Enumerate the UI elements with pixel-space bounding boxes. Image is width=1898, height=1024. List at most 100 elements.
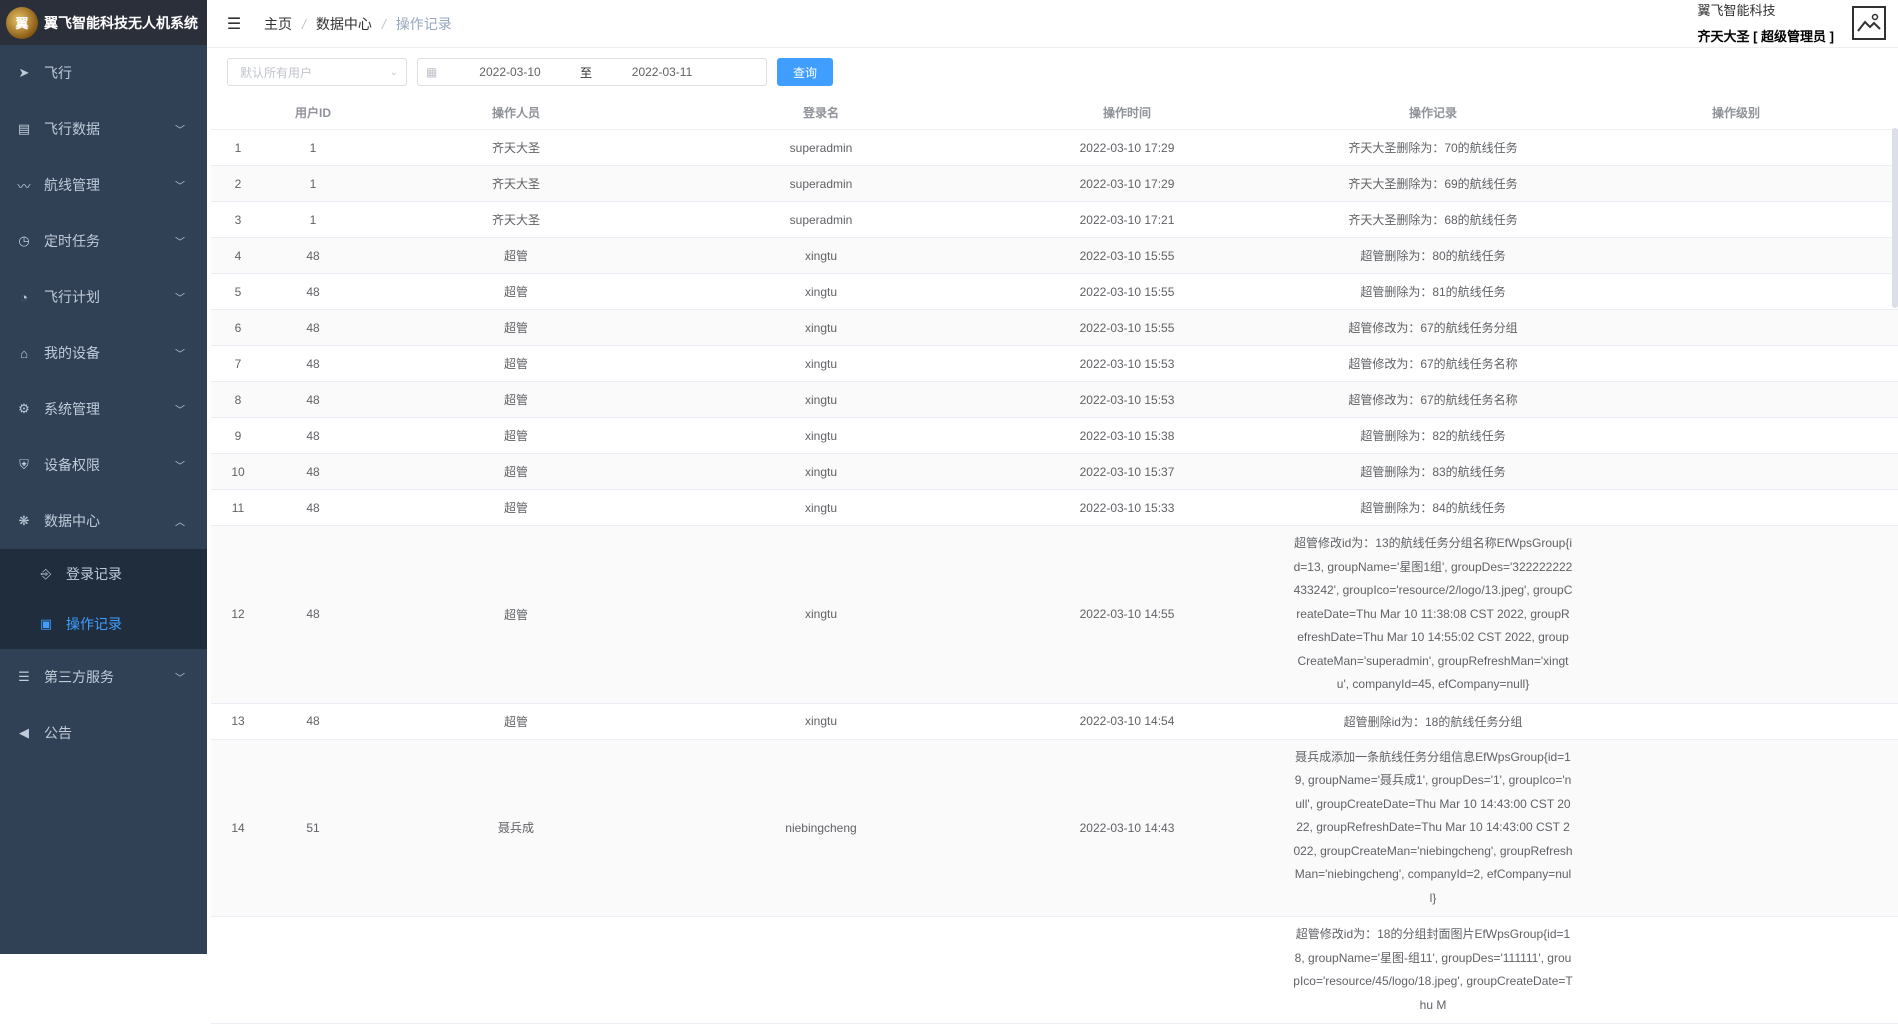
chevron-down-icon: ﹀ bbox=[175, 405, 185, 417]
user-id-cell: 1 bbox=[309, 176, 317, 191]
sidebar-item-label: 系统管理 bbox=[44, 401, 100, 417]
end-date-input[interactable]: 2022-03-11 bbox=[592, 65, 732, 79]
operation-time-cell: 2022-03-10 15:37 bbox=[1079, 464, 1175, 479]
sidebar-item-dashboard[interactable]: ◔ 飞行计划 ﹀ bbox=[0, 269, 207, 325]
breadcrumb-data-center[interactable]: 数据中心 bbox=[316, 14, 372, 34]
operation-time-cell: 2022-03-10 14:43 bbox=[1079, 820, 1175, 835]
table-row[interactable]: 10 48 超管 xingtu 2022-03-10 15:37 超管删除为：83的航线任… bbox=[211, 454, 1898, 490]
table-row[interactable]: 9 48 超管 xingtu 2022-03-10 15:38 超管删除为：82的航线任务 bbox=[211, 418, 1898, 454]
table-row[interactable]: 2 1 齐天大圣 superadmin 2022-03-10 17:29 齐天大圣删除为：… bbox=[211, 166, 1898, 202]
operator-cell: 超管 bbox=[503, 501, 528, 515]
operation-record-cell: 超管修改为：67的航线任务名称 bbox=[1348, 393, 1518, 407]
table-scrollbar[interactable] bbox=[1892, 128, 1898, 308]
login-name-cell: niebingcheng bbox=[785, 820, 857, 835]
sidebar-item-table[interactable]: ▤ 飞行数据 ﹀ bbox=[0, 101, 207, 157]
login-name-cell: xingtu bbox=[804, 248, 838, 263]
table-row[interactable]: 超管修改id为：18的分组封面图片EfWpsGroup{id=18, group… bbox=[211, 917, 1898, 1024]
col-header-operator: 操作人员 bbox=[491, 106, 540, 120]
user-name: 齐天大圣 [ 超级管理员 ] bbox=[1697, 29, 1835, 44]
operator-cell: 超管 bbox=[503, 714, 528, 729]
user-id-cell: 48 bbox=[306, 714, 320, 728]
operator-cell: 超管 bbox=[503, 393, 528, 407]
operation-record-cell: 超管修改为：67的航线任务分组 bbox=[1348, 321, 1518, 335]
table-row[interactable]: 14 51 聂兵成 niebingcheng 2022-03-10 14:43 聂兵成添加… bbox=[211, 739, 1898, 917]
table-row[interactable]: 12 48 超管 xingtu 2022-03-10 14:55 超管修改id为：13的航… bbox=[211, 526, 1898, 704]
sidebar-item-label: 数据中心 bbox=[44, 513, 100, 529]
sidebar-item-chart-line[interactable]: 〰航线管理 ﹀ bbox=[0, 157, 207, 213]
operation-record-cell: 超管修改id为：18的分组封面图片EfWpsGroup{id=18, group… bbox=[1293, 927, 1573, 1012]
col-header-user-id: 用户ID bbox=[294, 106, 331, 120]
sidebar-item-setting[interactable]: ❋ 数据中心 ︿ bbox=[0, 493, 207, 549]
table-row[interactable]: 8 48 超管 xingtu 2022-03-10 15:53 超管修改为：67的航线任务… bbox=[211, 382, 1898, 418]
breadcrumb-current: 操作记录 bbox=[395, 15, 452, 32]
table-body: 1 1 齐天大圣 superadmin 2022-03-10 17:29 齐天大圣删除为：… bbox=[211, 130, 1898, 1024]
sidebar-item-device[interactable]: ⌂ 我的设备 ﹀ bbox=[0, 325, 207, 381]
user-select[interactable]: 默认所有用户 ⌄ bbox=[227, 58, 407, 86]
breadcrumb-separator: / bbox=[381, 15, 386, 32]
login-name-cell: xingtu bbox=[804, 320, 838, 335]
user-id-cell: 48 bbox=[306, 464, 320, 479]
operation-record-cell: 超管修改为：67的航线任务名称 bbox=[1348, 357, 1518, 371]
row-index: 7 bbox=[234, 356, 242, 371]
sidebar-item-gear[interactable]: ⚙ 系统管理 ﹀ bbox=[0, 381, 207, 437]
avatar-image-icon[interactable] bbox=[1852, 6, 1886, 40]
sidebar-item-label: 第三方服务 bbox=[44, 669, 114, 685]
row-index: 13 bbox=[231, 714, 245, 728]
operator-cell: 齐天大圣 bbox=[491, 141, 540, 155]
table-row[interactable]: 11 48 超管 xingtu 2022-03-10 15:33 超管删除为：84的航线任… bbox=[211, 490, 1898, 526]
filter-bar: 默认所有用户 ⌄ ▦ 2022-03-10 至 2022-03-11 查询 bbox=[227, 58, 833, 86]
breadcrumb: 主页 / 数据中心 / 操作记录 bbox=[264, 14, 452, 34]
table-row[interactable]: 3 1 齐天大圣 superadmin 2022-03-10 17:21 齐天大圣删除为：… bbox=[211, 202, 1898, 238]
row-index: 11 bbox=[231, 500, 245, 515]
query-button[interactable]: 查询 bbox=[777, 58, 833, 86]
sidebar-item-shield[interactable]: ⛨ 设备权限 ﹀ bbox=[0, 437, 207, 493]
sidebar-item-clock[interactable]: ◷ 定时任务 ﹀ bbox=[0, 213, 207, 269]
table-row[interactable]: 13 48 超管 xingtu 2022-03-10 14:54 超管删除id为：18的航… bbox=[211, 704, 1898, 740]
sidebar-menu: ➤ 飞行 ▤ 飞行数据 ﹀ 〰航线管理 ﹀ ◷ 定时任务 ﹀ ◔ 飞行计划 ﹀ ⌂ 我的设备 ﹀ ⚙ 系统管理 ﹀ ⛨… bbox=[0, 45, 207, 549]
table-row[interactable]: 4 48 超管 xingtu 2022-03-10 15:55 超管删除为：80的航线任务 bbox=[211, 238, 1898, 274]
operation-time-cell: 2022-03-10 15:33 bbox=[1079, 500, 1175, 515]
chevron-down-icon: ﹀ bbox=[175, 237, 185, 249]
shield-icon: ⛨ bbox=[19, 457, 29, 472]
sidebar-item-login[interactable]: ⎆ 登录记录 bbox=[0, 549, 207, 599]
sidebar-item-send[interactable]: ➤ 飞行 bbox=[0, 45, 207, 101]
operation-record-cell: 超管修改id为：13的航线任务分组名称EfWpsGroup{id=13, gro… bbox=[1293, 536, 1573, 691]
user-info[interactable]: 翼飞智能科技 齐天大圣 [ 超级管理员 ] bbox=[1698, 2, 1835, 46]
breadcrumb-home[interactable]: 主页 bbox=[264, 14, 292, 34]
row-index: 2 bbox=[234, 176, 242, 191]
sidebar-item-document[interactable]: ▣ 操作记录 bbox=[0, 599, 207, 649]
user-id-cell: 51 bbox=[306, 820, 320, 835]
operator-cell: 聂兵成 bbox=[497, 821, 534, 836]
sidebar-item-label: 飞行计划 bbox=[44, 289, 100, 305]
chevron-up-icon: ︿ bbox=[175, 517, 185, 529]
operation-time-cell: 2022-03-10 14:54 bbox=[1079, 714, 1175, 728]
operation-time-cell: 2022-03-10 15:53 bbox=[1079, 356, 1175, 371]
table-row[interactable]: 1 1 齐天大圣 superadmin 2022-03-10 17:29 齐天大圣删除为：… bbox=[211, 130, 1898, 166]
user-id-cell: 48 bbox=[306, 500, 320, 515]
start-date-input[interactable]: 2022-03-10 bbox=[440, 65, 580, 79]
breadcrumb-separator: / bbox=[302, 15, 306, 32]
app-title: 翼飞智能科技无人机系统 bbox=[44, 14, 198, 31]
table-row[interactable]: 7 48 超管 xingtu 2022-03-10 15:53 超管修改为：67的航线任务… bbox=[211, 346, 1898, 382]
row-index: 4 bbox=[234, 248, 242, 263]
col-header-operation-record: 操作记录 bbox=[1408, 106, 1457, 120]
sidebar-submenu: ⎆ 登录记录 ▣ 操作记录 bbox=[0, 549, 207, 649]
table-row[interactable]: 6 48 超管 xingtu 2022-03-10 15:55 超管修改为：67的航线任务… bbox=[211, 310, 1898, 346]
table-icon: ▤ bbox=[17, 121, 31, 136]
sidebar-item-speaker[interactable]: ◀ 公告 bbox=[0, 705, 207, 761]
sidebar-menu-bottom: ☰ 第三方服务 ﹀ ◀ 公告 bbox=[0, 649, 207, 761]
operator-cell: 超管 bbox=[503, 249, 528, 263]
device-icon: ⌂ bbox=[20, 345, 28, 361]
chevron-down-icon: ﹀ bbox=[175, 293, 185, 305]
chevron-down-icon: ﹀ bbox=[175, 349, 185, 361]
date-range-picker[interactable]: ▦ 2022-03-10 至 2022-03-11 bbox=[417, 58, 767, 86]
operation-record-cell: 超管删除为：80的航线任务 bbox=[1360, 249, 1506, 263]
login-name-cell: xingtu bbox=[804, 714, 838, 728]
operator-cell: 超管 bbox=[503, 321, 528, 335]
operation-time-cell: 2022-03-10 15:38 bbox=[1079, 428, 1175, 443]
sidebar-item-list[interactable]: ☰ 第三方服务 ﹀ bbox=[0, 649, 207, 705]
table-row[interactable]: 5 48 超管 xingtu 2022-03-10 15:55 超管删除为：81的航线任务 bbox=[211, 274, 1898, 310]
login-icon: ⎆ bbox=[40, 566, 52, 581]
hamburger-icon[interactable]: ☰ bbox=[224, 14, 244, 34]
user-id-cell: 48 bbox=[306, 248, 320, 263]
